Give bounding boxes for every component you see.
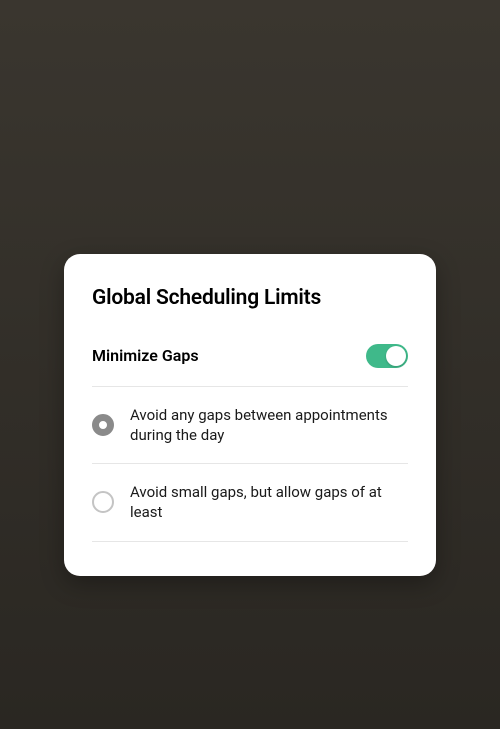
toggle-knob <box>386 346 406 366</box>
minimize-gaps-label: Minimize Gaps <box>92 346 199 365</box>
settings-card: Global Scheduling Limits Minimize Gaps A… <box>64 254 436 576</box>
minimize-gaps-toggle[interactable] <box>366 344 408 368</box>
minimize-gaps-row: Minimize Gaps <box>92 344 408 387</box>
option-label: Avoid any gaps between appointments duri… <box>130 405 408 446</box>
radio-allow-large-gaps[interactable] <box>92 491 114 513</box>
radio-avoid-any-gaps[interactable] <box>92 414 114 436</box>
option-label: Avoid small gaps, but allow gaps of at l… <box>130 482 408 523</box>
option-avoid-any-gaps[interactable]: Avoid any gaps between appointments duri… <box>92 387 408 465</box>
card-title: Global Scheduling Limits <box>92 286 408 310</box>
option-allow-large-gaps[interactable]: Avoid small gaps, but allow gaps of at l… <box>92 464 408 542</box>
